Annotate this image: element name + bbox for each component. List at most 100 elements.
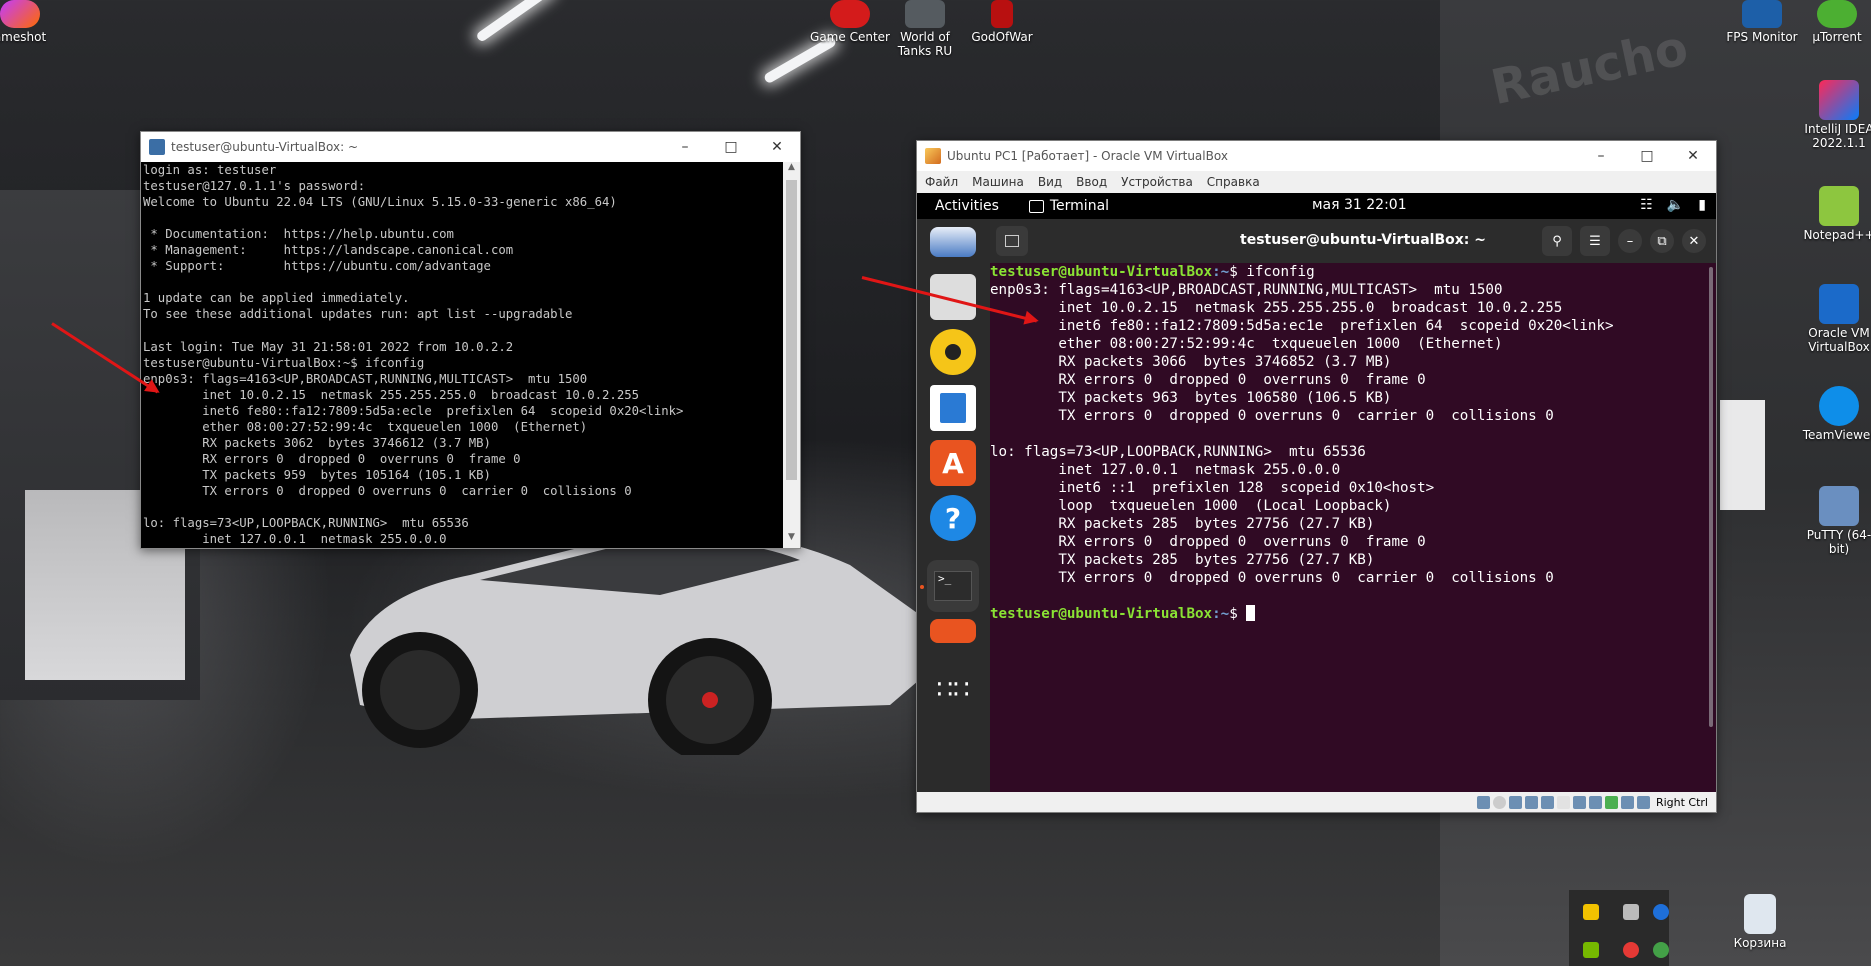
prompt-user: testuser@ubuntu-VirtualBox bbox=[990, 264, 1213, 280]
desktop-icon-game-center[interactable]: Game Center bbox=[810, 0, 890, 44]
terminal-icon[interactable]: >_ bbox=[927, 560, 979, 612]
display-off-icon[interactable] bbox=[1623, 904, 1639, 920]
putty-icon bbox=[1819, 486, 1859, 526]
ubuntu-software-icon[interactable]: A bbox=[930, 440, 976, 486]
scroll-down-icon[interactable]: ▼ bbox=[783, 532, 800, 548]
activities-button[interactable]: Activities bbox=[935, 198, 999, 214]
maximize-icon: ⧉ bbox=[1657, 233, 1667, 249]
putty-scrollbar[interactable]: ▲ ▼ bbox=[783, 162, 800, 548]
minimize-button[interactable]: – bbox=[1578, 141, 1624, 171]
terminal-line: enp0s3: flags=4163<UP,BROADCAST,RUNNING,… bbox=[990, 282, 1503, 298]
search-icon: ⚲ bbox=[1552, 233, 1562, 249]
check-icon[interactable] bbox=[1653, 942, 1669, 958]
desktop-icon-teamviewer[interactable]: TeamViewer bbox=[1799, 386, 1871, 442]
new-tab-button[interactable] bbox=[996, 226, 1028, 256]
help-icon[interactable]: ? bbox=[930, 495, 976, 541]
desktop-icon-utorrent[interactable]: µTorrent bbox=[1797, 0, 1871, 44]
putty-window[interactable]: testuser@ubuntu-VirtualBox: ~ – □ ✕ logi… bbox=[140, 131, 801, 549]
putty-titlebar[interactable]: testuser@ubuntu-VirtualBox: ~ – □ ✕ bbox=[141, 132, 800, 162]
display-icon[interactable] bbox=[1572, 795, 1586, 809]
desktop-icon-notepadpp[interactable]: Notepad++ bbox=[1799, 186, 1871, 242]
menu-button[interactable]: ☰ bbox=[1580, 226, 1610, 256]
libreoffice-writer-icon[interactable] bbox=[930, 385, 976, 431]
optical-drive-icon[interactable] bbox=[1492, 795, 1506, 809]
mouse-integration-icon[interactable] bbox=[1620, 795, 1634, 809]
menu-devices[interactable]: Устройства bbox=[1121, 175, 1193, 189]
usb-icon[interactable] bbox=[1540, 795, 1554, 809]
rhythmbox-icon[interactable] bbox=[930, 329, 976, 375]
terminal-line: * Documentation: https://help.ubuntu.com bbox=[143, 227, 454, 242]
menu-view[interactable]: Вид bbox=[1038, 175, 1062, 189]
maximize-button[interactable]: ⧉ bbox=[1650, 229, 1674, 253]
terminal-title: testuser@ubuntu-VirtualBox: ~ bbox=[1240, 232, 1487, 248]
search-button[interactable]: ⚲ bbox=[1542, 226, 1572, 256]
gnome-top-bar: Activities Terminal мая 31 22:01 ☷ 🔈 ▮ bbox=[917, 193, 1716, 219]
vbox-titlebar[interactable]: Ubuntu PC1 [Работает] - Oracle VM Virtua… bbox=[917, 141, 1716, 171]
terminal-line: login as: testuser bbox=[143, 163, 277, 177]
teamviewer-icon bbox=[1819, 386, 1859, 426]
putty-terminal-output[interactable]: login as: testuser testuser@127.0.1.1's p… bbox=[141, 162, 784, 548]
prompt-line[interactable]: testuser@ubuntu-VirtualBox:~$ bbox=[990, 605, 1706, 623]
maximize-button[interactable]: □ bbox=[708, 132, 754, 162]
virtualbox-icon bbox=[925, 148, 941, 164]
clock[interactable]: мая 31 22:01 bbox=[1312, 197, 1407, 213]
desktop-icon-label: FPS Monitor bbox=[1726, 30, 1798, 44]
desktop-icon-world-of-tanks[interactable]: World of Tanks RU bbox=[885, 0, 965, 58]
lightshot-icon bbox=[0, 0, 40, 28]
cpu-icon[interactable] bbox=[1604, 795, 1618, 809]
desktop-icon-label: Oracle VM VirtualBox bbox=[1808, 326, 1870, 354]
terminal-headerbar[interactable]: testuser@ubuntu-VirtualBox: ~ ⚲ ☰ – ⧉ ✕ bbox=[990, 219, 1716, 263]
intellij-idea-icon bbox=[1819, 80, 1859, 120]
close-button[interactable]: ✕ bbox=[1682, 229, 1706, 253]
terminal-line: RX packets 3062 bytes 3746612 (3.7 MB) bbox=[143, 435, 491, 450]
audio-icon[interactable] bbox=[1508, 795, 1522, 809]
close-button[interactable]: ✕ bbox=[1670, 141, 1716, 171]
scrollbar-thumb[interactable] bbox=[1709, 267, 1713, 727]
scroll-up-icon[interactable]: ▲ bbox=[783, 162, 800, 178]
app-menu[interactable]: Terminal bbox=[1028, 198, 1109, 214]
desktop-icon-label: Корзина bbox=[1733, 936, 1787, 950]
desktop-icon-lightshot[interactable]: ameshot bbox=[0, 0, 60, 44]
terminal-line: Welcome to Ubuntu 22.04 LTS (GNU/Linux 5… bbox=[143, 195, 617, 210]
hard-disk-icon[interactable] bbox=[1476, 795, 1490, 809]
show-apps-icon[interactable]: ∷∷ bbox=[930, 667, 976, 713]
system-tray[interactable]: ☷ 🔈 ▮ bbox=[1640, 197, 1706, 213]
shared-folders-icon[interactable] bbox=[1556, 795, 1570, 809]
desktop-icon-virtualbox[interactable]: Oracle VM VirtualBox bbox=[1799, 284, 1871, 354]
antivirus-icon[interactable] bbox=[1623, 942, 1639, 958]
menu-input[interactable]: Ввод bbox=[1076, 175, 1107, 189]
app-icon[interactable] bbox=[930, 619, 976, 643]
minimize-button[interactable]: – bbox=[1618, 229, 1642, 253]
host-key-icon[interactable] bbox=[1636, 795, 1650, 809]
desktop-icon-fps-monitor[interactable]: FPS Monitor bbox=[1722, 0, 1802, 44]
terminal-line: lo: flags=73<UP,LOOPBACK,RUNNING> mtu 65… bbox=[143, 516, 469, 531]
gnome-terminal[interactable]: testuser@ubuntu-VirtualBox: ~ ⚲ ☰ – ⧉ ✕ … bbox=[990, 219, 1716, 792]
close-button[interactable]: ✕ bbox=[754, 132, 800, 162]
virtualbox-window[interactable]: Ubuntu PC1 [Работает] - Oracle VM Virtua… bbox=[916, 140, 1717, 813]
recording-icon[interactable] bbox=[1588, 795, 1602, 809]
scrollbar-thumb[interactable] bbox=[786, 180, 797, 480]
nvidia-icon[interactable] bbox=[1583, 942, 1599, 958]
maximize-button[interactable]: □ bbox=[1624, 141, 1670, 171]
menu-machine[interactable]: Машина bbox=[972, 175, 1024, 189]
menu-file[interactable]: Файл bbox=[925, 175, 958, 189]
minimize-button[interactable]: – bbox=[662, 132, 708, 162]
bluetooth-icon[interactable] bbox=[1653, 904, 1669, 920]
typed-command: ifconfig bbox=[1246, 264, 1315, 280]
desktop-icon-recycle-bin[interactable]: Корзина bbox=[1720, 894, 1800, 950]
security-icon[interactable] bbox=[1583, 904, 1599, 920]
terminal-line: RX packets 3066 bytes 3746852 (3.7 MB) bbox=[990, 354, 1392, 370]
terminal-line: * Management: https://landscape.canonica… bbox=[143, 243, 514, 258]
terminal-line: inet6 ::1 prefixlen 128 scopeid 0x10<hos… bbox=[990, 480, 1435, 496]
desktop-icon-godofwar[interactable]: GodOfWar bbox=[962, 0, 1042, 44]
god-of-war-icon bbox=[991, 0, 1013, 28]
desktop-icon-putty[interactable]: PuTTY (64-bit) bbox=[1799, 486, 1871, 556]
terminal-output[interactable]: testuser@ubuntu-VirtualBox:~$ ifconfig en… bbox=[990, 263, 1706, 792]
host-key-label: Right Ctrl bbox=[1655, 795, 1708, 809]
terminal-scrollbar[interactable] bbox=[1708, 263, 1714, 792]
thunderbird-icon[interactable] bbox=[930, 227, 976, 257]
command-output: enp0s3: flags=4163<UP,BROADCAST,RUNNING,… bbox=[990, 281, 1706, 605]
desktop-icon-intellij-idea[interactable]: IntelliJ IDEA 2022.1.1 bbox=[1799, 80, 1871, 150]
network-icon[interactable] bbox=[1524, 795, 1538, 809]
menu-help[interactable]: Справка bbox=[1207, 175, 1260, 189]
